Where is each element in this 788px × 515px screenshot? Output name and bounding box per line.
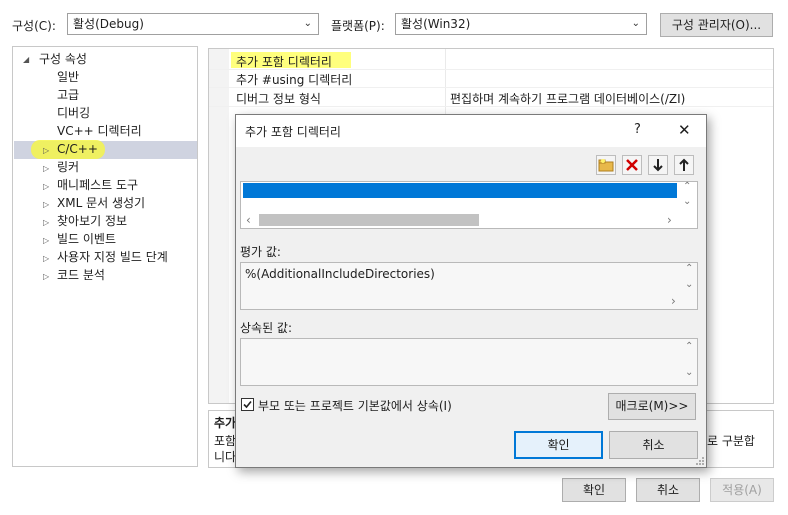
config-label: 구성(C): [12,19,56,33]
resize-grip-icon[interactable] [694,455,705,466]
cancel-button[interactable]: 취소 [636,478,700,502]
platform-combo[interactable]: 활성(Win32) ⌄ [395,13,647,35]
collapsed-triangle-icon[interactable]: ▷ [43,200,49,209]
tree-item-code-analysis[interactable]: 코드 분석 [57,266,105,284]
tree-item-linker[interactable]: 링커 [57,158,79,176]
delete-button[interactable] [622,155,642,175]
row-separator [209,69,773,70]
delete-icon [626,159,638,171]
tree-item-vc-directories[interactable]: VC++ 디렉터리 [57,122,142,140]
tree-item-xml-doc[interactable]: XML 문서 생성기 [57,194,145,212]
inherited-label: 상속된 값: [240,321,293,335]
move-up-button[interactable] [674,155,694,175]
arrow-up-icon [679,158,689,171]
dialog-cancel-button[interactable]: 취소 [609,431,698,459]
grid-row-name[interactable]: 추가 포함 디렉터리 [236,53,332,70]
tree-item-general[interactable]: 일반 [57,68,79,86]
directory-list[interactable]: ⌃ ⌄ ‹ › [240,181,698,229]
horizontal-scrollbar-thumb[interactable] [259,214,479,226]
description-text-right: 로 구분합 [707,434,755,448]
grid-row-name[interactable]: 디버그 정보 형식 [236,90,321,107]
chevron-down-icon: ⌄ [303,18,312,29]
config-value: 활성(Debug) [73,17,144,31]
scroll-up-icon[interactable]: ⌃ [683,181,691,192]
platform-label: 플랫폼(P): [331,19,385,33]
inherit-checkbox[interactable] [241,398,254,411]
checkmark-icon [243,400,252,409]
move-down-button[interactable] [648,155,668,175]
row-separator [209,106,773,107]
inherit-checkbox-label[interactable]: 부모 또는 프로젝트 기본값에서 상속(I) [258,397,452,414]
collapsed-triangle-icon[interactable]: ▷ [43,218,49,227]
scroll-down-icon[interactable]: ⌄ [685,367,693,378]
expanded-triangle-icon[interactable]: ◢ [23,55,29,64]
ok-button[interactable]: 확인 [562,478,626,502]
config-manager-button[interactable]: 구성 관리자(O)... [660,13,773,37]
tree-item-cpp[interactable]: C/C++ [57,140,98,158]
tree-root[interactable]: 구성 속성 [39,50,87,68]
description-text: 니다 [214,450,237,464]
scroll-left-icon[interactable]: ‹ [246,213,251,227]
collapsed-triangle-icon[interactable]: ▷ [43,272,49,281]
grid-gutter [209,49,229,403]
collapsed-triangle-icon[interactable]: ▷ [43,254,49,263]
inherited-value-box[interactable]: ⌃ ⌄ [240,338,698,386]
platform-value: 활성(Win32) [401,17,471,31]
scroll-down-icon[interactable]: ⌄ [683,196,691,207]
new-folder-button[interactable] [596,155,616,175]
collapsed-triangle-icon[interactable]: ▷ [43,146,49,155]
row-separator [209,87,773,88]
collapsed-triangle-icon[interactable]: ▷ [43,182,49,191]
apply-button[interactable]: 적용(A) [710,478,774,502]
scroll-up-icon[interactable]: ⌃ [685,341,693,352]
dialog-ok-button[interactable]: 확인 [514,431,603,459]
tree-item-debugging[interactable]: 디버깅 [57,104,90,122]
grid-row-name[interactable]: 추가 #using 디렉터리 [236,71,352,88]
dialog-titlebar[interactable]: 추가 포함 디렉터리 ? ✕ [236,115,706,147]
collapsed-triangle-icon[interactable]: ▷ [43,164,49,173]
new-folder-icon [598,159,614,172]
property-tree[interactable]: ◢ 구성 속성 일반 고급 디버깅 VC++ 디렉터리 ▷ C/C++ ▷ 링커… [12,46,198,467]
tree-item-advanced[interactable]: 고급 [57,86,79,104]
macro-button[interactable]: 매크로(M)>> [608,393,696,420]
config-combo[interactable]: 활성(Debug) ⌄ [67,13,319,35]
arrow-down-icon [653,159,663,172]
description-text: 포함 [214,434,237,448]
scroll-right-icon[interactable]: › [671,294,676,308]
evaluated-label: 평가 값: [240,245,281,259]
include-dirs-dialog: 추가 포함 디렉터리 ? ✕ ⌃ ⌄ ‹ › 평가 값: %(Additiona… [235,114,707,468]
help-button[interactable]: ? [634,122,641,137]
description-title: 추가 [214,416,237,430]
tree-item-build-events[interactable]: 빌드 이벤트 [57,230,116,248]
selected-list-item[interactable] [243,183,677,198]
scroll-right-icon[interactable]: › [667,213,672,227]
dialog-title: 추가 포함 디렉터리 [245,125,341,139]
evaluated-value: %(AdditionalIncludeDirectories) [245,267,435,281]
collapsed-triangle-icon[interactable]: ▷ [43,236,49,245]
tree-item-manifest-tool[interactable]: 매니페스트 도구 [57,176,138,194]
tree-item-browse-info[interactable]: 찾아보기 정보 [57,212,127,230]
scroll-down-icon[interactable]: ⌄ [685,279,693,290]
close-button[interactable]: ✕ [678,121,691,139]
scroll-up-icon[interactable]: ⌃ [685,263,693,274]
grid-row-value[interactable]: 편집하며 계속하기 프로그램 데이터베이스(/ZI) [450,90,685,107]
chevron-down-icon: ⌄ [631,18,640,29]
evaluated-value-box[interactable]: %(AdditionalIncludeDirectories) ⌃ ⌄ › [240,262,698,310]
tree-item-custom-build[interactable]: 사용자 지정 빌드 단계 [57,248,168,266]
